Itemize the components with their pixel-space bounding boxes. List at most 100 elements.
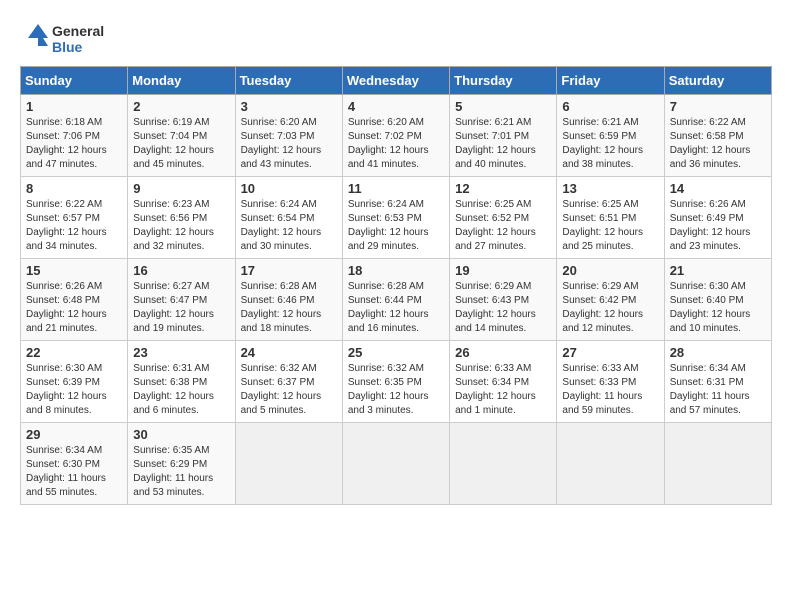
- day-detail: Sunrise: 6:22 AM Sunset: 6:58 PM Dayligh…: [670, 116, 766, 172]
- logo: GeneralBlue: [20, 20, 110, 56]
- day-detail: Sunrise: 6:32 AM Sunset: 6:35 PM Dayligh…: [348, 362, 444, 418]
- day-detail: Sunrise: 6:34 AM Sunset: 6:30 PM Dayligh…: [26, 444, 122, 500]
- day-header-tuesday: Tuesday: [235, 67, 342, 95]
- day-number: 20: [562, 263, 658, 278]
- calendar-cell: [342, 423, 449, 505]
- day-detail: Sunrise: 6:18 AM Sunset: 7:06 PM Dayligh…: [26, 116, 122, 172]
- day-detail: Sunrise: 6:24 AM Sunset: 6:54 PM Dayligh…: [241, 198, 337, 254]
- calendar-body: 1 Sunrise: 6:18 AM Sunset: 7:06 PM Daylig…: [21, 95, 772, 505]
- day-number: 29: [26, 427, 122, 442]
- day-number: 30: [133, 427, 229, 442]
- day-detail: Sunrise: 6:35 AM Sunset: 6:29 PM Dayligh…: [133, 444, 229, 500]
- day-number: 27: [562, 345, 658, 360]
- logo-svg: GeneralBlue: [20, 20, 110, 56]
- calendar-cell: 18 Sunrise: 6:28 AM Sunset: 6:44 PM Dayli…: [342, 259, 449, 341]
- day-header-monday: Monday: [128, 67, 235, 95]
- day-number: 26: [455, 345, 551, 360]
- day-number: 17: [241, 263, 337, 278]
- calendar-cell: 1 Sunrise: 6:18 AM Sunset: 7:06 PM Daylig…: [21, 95, 128, 177]
- calendar-table: SundayMondayTuesdayWednesdayThursdayFrid…: [20, 66, 772, 505]
- day-detail: Sunrise: 6:26 AM Sunset: 6:48 PM Dayligh…: [26, 280, 122, 336]
- calendar-cell: 21 Sunrise: 6:30 AM Sunset: 6:40 PM Dayli…: [664, 259, 771, 341]
- day-detail: Sunrise: 6:34 AM Sunset: 6:31 PM Dayligh…: [670, 362, 766, 418]
- day-header-sunday: Sunday: [21, 67, 128, 95]
- day-number: 25: [348, 345, 444, 360]
- day-detail: Sunrise: 6:26 AM Sunset: 6:49 PM Dayligh…: [670, 198, 766, 254]
- calendar-cell: 16Sunrise: 6:27 AM Sunset: 6:47 PM Dayli…: [128, 259, 235, 341]
- day-number: 28: [670, 345, 766, 360]
- calendar-cell: 28 Sunrise: 6:34 AM Sunset: 6:31 PM Dayli…: [664, 341, 771, 423]
- day-number: 1: [26, 99, 122, 114]
- day-number: 4: [348, 99, 444, 114]
- calendar-cell: 4Sunrise: 6:20 AM Sunset: 7:02 PM Daylig…: [342, 95, 449, 177]
- calendar-cell: 22 Sunrise: 6:30 AM Sunset: 6:39 PM Dayli…: [21, 341, 128, 423]
- day-number: 3: [241, 99, 337, 114]
- calendar-cell: 11 Sunrise: 6:24 AM Sunset: 6:53 PM Dayli…: [342, 177, 449, 259]
- calendar-cell: 10Sunrise: 6:24 AM Sunset: 6:54 PM Dayli…: [235, 177, 342, 259]
- calendar-cell: 7 Sunrise: 6:22 AM Sunset: 6:58 PM Daylig…: [664, 95, 771, 177]
- day-number: 21: [670, 263, 766, 278]
- day-header-wednesday: Wednesday: [342, 67, 449, 95]
- calendar-cell: 13 Sunrise: 6:25 AM Sunset: 6:51 PM Dayli…: [557, 177, 664, 259]
- day-number: 12: [455, 181, 551, 196]
- day-detail: Sunrise: 6:31 AM Sunset: 6:38 PM Dayligh…: [133, 362, 229, 418]
- day-number: 19: [455, 263, 551, 278]
- day-detail: Sunrise: 6:29 AM Sunset: 6:43 PM Dayligh…: [455, 280, 551, 336]
- day-number: 22: [26, 345, 122, 360]
- day-detail: Sunrise: 6:23 AM Sunset: 6:56 PM Dayligh…: [133, 198, 229, 254]
- day-header-saturday: Saturday: [664, 67, 771, 95]
- calendar-cell: 9 Sunrise: 6:23 AM Sunset: 6:56 PM Daylig…: [128, 177, 235, 259]
- calendar-cell: 8Sunrise: 6:22 AM Sunset: 6:57 PM Daylig…: [21, 177, 128, 259]
- day-number: 24: [241, 345, 337, 360]
- day-number: 9: [133, 181, 229, 196]
- day-number: 7: [670, 99, 766, 114]
- calendar-week-2: 8Sunrise: 6:22 AM Sunset: 6:57 PM Daylig…: [21, 177, 772, 259]
- calendar-cell: [235, 423, 342, 505]
- day-detail: Sunrise: 6:28 AM Sunset: 6:44 PM Dayligh…: [348, 280, 444, 336]
- day-detail: Sunrise: 6:30 AM Sunset: 6:39 PM Dayligh…: [26, 362, 122, 418]
- calendar-cell: 19 Sunrise: 6:29 AM Sunset: 6:43 PM Dayli…: [450, 259, 557, 341]
- day-detail: Sunrise: 6:33 AM Sunset: 6:33 PM Dayligh…: [562, 362, 658, 418]
- day-detail: Sunrise: 6:21 AM Sunset: 6:59 PM Dayligh…: [562, 116, 658, 172]
- page-header: GeneralBlue: [20, 20, 772, 56]
- day-detail: Sunrise: 6:20 AM Sunset: 7:03 PM Dayligh…: [241, 116, 337, 172]
- day-number: 6: [562, 99, 658, 114]
- day-detail: Sunrise: 6:33 AM Sunset: 6:34 PM Dayligh…: [455, 362, 551, 418]
- day-number: 15: [26, 263, 122, 278]
- calendar-cell: 17Sunrise: 6:28 AM Sunset: 6:46 PM Dayli…: [235, 259, 342, 341]
- calendar-cell: 20Sunrise: 6:29 AM Sunset: 6:42 PM Dayli…: [557, 259, 664, 341]
- day-detail: Sunrise: 6:32 AM Sunset: 6:37 PM Dayligh…: [241, 362, 337, 418]
- day-number: 16: [133, 263, 229, 278]
- calendar-cell: 15 Sunrise: 6:26 AM Sunset: 6:48 PM Dayli…: [21, 259, 128, 341]
- day-number: 13: [562, 181, 658, 196]
- calendar-cell: 2Sunrise: 6:19 AM Sunset: 7:04 PM Daylig…: [128, 95, 235, 177]
- calendar-week-3: 15 Sunrise: 6:26 AM Sunset: 6:48 PM Dayli…: [21, 259, 772, 341]
- day-detail: Sunrise: 6:24 AM Sunset: 6:53 PM Dayligh…: [348, 198, 444, 254]
- svg-text:General: General: [52, 23, 104, 39]
- day-number: 14: [670, 181, 766, 196]
- calendar-cell: 29 Sunrise: 6:34 AM Sunset: 6:30 PM Dayli…: [21, 423, 128, 505]
- calendar-week-1: 1 Sunrise: 6:18 AM Sunset: 7:06 PM Daylig…: [21, 95, 772, 177]
- day-detail: Sunrise: 6:25 AM Sunset: 6:52 PM Dayligh…: [455, 198, 551, 254]
- calendar-cell: 30 Sunrise: 6:35 AM Sunset: 6:29 PM Dayli…: [128, 423, 235, 505]
- calendar-cell: 12 Sunrise: 6:25 AM Sunset: 6:52 PM Dayli…: [450, 177, 557, 259]
- day-number: 2: [133, 99, 229, 114]
- calendar-week-4: 22 Sunrise: 6:30 AM Sunset: 6:39 PM Dayli…: [21, 341, 772, 423]
- calendar-cell: 27 Sunrise: 6:33 AM Sunset: 6:33 PM Dayli…: [557, 341, 664, 423]
- svg-text:Blue: Blue: [52, 39, 83, 55]
- day-detail: Sunrise: 6:25 AM Sunset: 6:51 PM Dayligh…: [562, 198, 658, 254]
- day-header-friday: Friday: [557, 67, 664, 95]
- calendar-cell: 5Sunrise: 6:21 AM Sunset: 7:01 PM Daylig…: [450, 95, 557, 177]
- calendar-cell: 25 Sunrise: 6:32 AM Sunset: 6:35 PM Dayli…: [342, 341, 449, 423]
- calendar-week-5: 29 Sunrise: 6:34 AM Sunset: 6:30 PM Dayli…: [21, 423, 772, 505]
- calendar-cell: 14 Sunrise: 6:26 AM Sunset: 6:49 PM Dayli…: [664, 177, 771, 259]
- day-number: 18: [348, 263, 444, 278]
- day-number: 5: [455, 99, 551, 114]
- calendar-cell: [450, 423, 557, 505]
- day-detail: Sunrise: 6:30 AM Sunset: 6:40 PM Dayligh…: [670, 280, 766, 336]
- day-header-thursday: Thursday: [450, 67, 557, 95]
- calendar-cell: 24 Sunrise: 6:32 AM Sunset: 6:37 PM Dayli…: [235, 341, 342, 423]
- calendar-cell: 3 Sunrise: 6:20 AM Sunset: 7:03 PM Daylig…: [235, 95, 342, 177]
- calendar-cell: 26 Sunrise: 6:33 AM Sunset: 6:34 PM Dayli…: [450, 341, 557, 423]
- day-number: 11: [348, 181, 444, 196]
